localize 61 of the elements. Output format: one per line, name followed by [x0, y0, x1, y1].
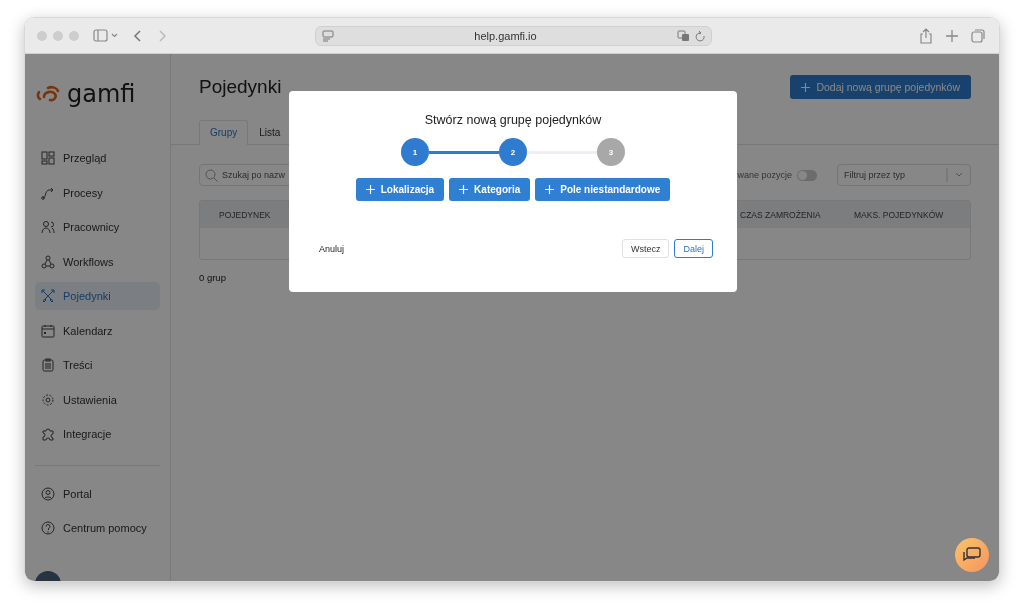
- step-indicator: 3: [597, 138, 625, 166]
- back-icon[interactable]: [133, 28, 143, 43]
- sidebar-item[interactable]: Ustawienia: [35, 385, 160, 414]
- toggle-switch[interactable]: [797, 169, 817, 181]
- add-field-button[interactable]: Kategoria: [449, 178, 531, 201]
- next-button[interactable]: Dalej: [674, 239, 713, 258]
- sidebar-item[interactable]: Treści: [35, 351, 160, 379]
- address-bar[interactable]: help.gamfi.io: [315, 25, 712, 46]
- user-circle-icon: [41, 486, 55, 501]
- translate-reload-icon[interactable]: [677, 29, 705, 42]
- sidebar-item[interactable]: Integracje: [35, 420, 160, 448]
- new-tab-icon[interactable]: [945, 28, 959, 43]
- window-control-icon[interactable]: [37, 30, 47, 41]
- column-header: MAKS. POJEDYNKÓW: [854, 210, 944, 220]
- tab[interactable]: Grupy: [199, 120, 249, 145]
- clipboard-icon: [41, 358, 55, 372]
- sidebar-item[interactable]: Workflows: [35, 247, 160, 276]
- route-icon: [41, 185, 55, 200]
- sidebar-item[interactable]: Portal: [35, 479, 160, 508]
- window-control-icon[interactable]: [69, 30, 79, 41]
- nodes-icon: [41, 254, 55, 269]
- back-button[interactable]: Wstecz: [621, 239, 670, 258]
- sidebar-item[interactable]: Pojedynki: [35, 282, 160, 310]
- tab[interactable]: Lista: [248, 120, 292, 144]
- logo-text: gamfi: [67, 80, 136, 108]
- chat-button[interactable]: [955, 538, 989, 572]
- chat-icon: [963, 547, 981, 563]
- add-field-button[interactable]: Lokalizacja: [355, 178, 445, 201]
- help-icon: [41, 521, 55, 535]
- sidebar-toggle-icon[interactable]: [93, 28, 119, 43]
- page-icon: [322, 29, 334, 42]
- add-field-button[interactable]: Pole niestandardowe: [535, 178, 671, 201]
- sidebar-item[interactable]: Kalendarz: [35, 316, 160, 345]
- cancel-button[interactable]: Anuluj: [313, 241, 351, 256]
- share-icon[interactable]: [919, 27, 933, 44]
- column-header: POJEDYNEK: [219, 210, 271, 220]
- sidebar-item[interactable]: Pracownicy: [35, 213, 160, 241]
- forward-icon[interactable]: [157, 28, 167, 43]
- step-indicator: 1: [401, 138, 429, 166]
- add-group-button[interactable]: Dodaj nową grupę pojedynków: [790, 75, 971, 99]
- window-control-icon[interactable]: [53, 30, 63, 41]
- tabs-overview-icon[interactable]: [971, 28, 985, 43]
- plus-icon: [365, 185, 375, 194]
- step-indicator: 2: [499, 138, 527, 166]
- plus-icon: [459, 185, 469, 194]
- toggle-label: wane pozycje: [737, 170, 792, 180]
- type-filter-dropdown[interactable]: Filtruj przez typ: [837, 164, 971, 186]
- swords-icon: [41, 289, 55, 303]
- group-count: 0 grup: [199, 272, 227, 283]
- sidebar-item[interactable]: Przegląd: [35, 144, 160, 172]
- page-title: Pojedynki: [199, 76, 282, 98]
- plus-icon: [545, 185, 555, 194]
- grid-icon: [41, 151, 55, 165]
- sidebar-item[interactable]: Procesy: [35, 178, 160, 207]
- column-header: CZAS ZAMROŻENIA: [740, 210, 821, 220]
- plus-icon: [801, 82, 811, 92]
- calendar-icon: [41, 323, 55, 338]
- sidebar-item[interactable]: Centrum pomocy: [35, 514, 160, 542]
- dialog-title: Stwórz nową grupę pojedynków: [424, 113, 602, 127]
- users-icon: [41, 220, 55, 234]
- search-icon: [205, 168, 218, 182]
